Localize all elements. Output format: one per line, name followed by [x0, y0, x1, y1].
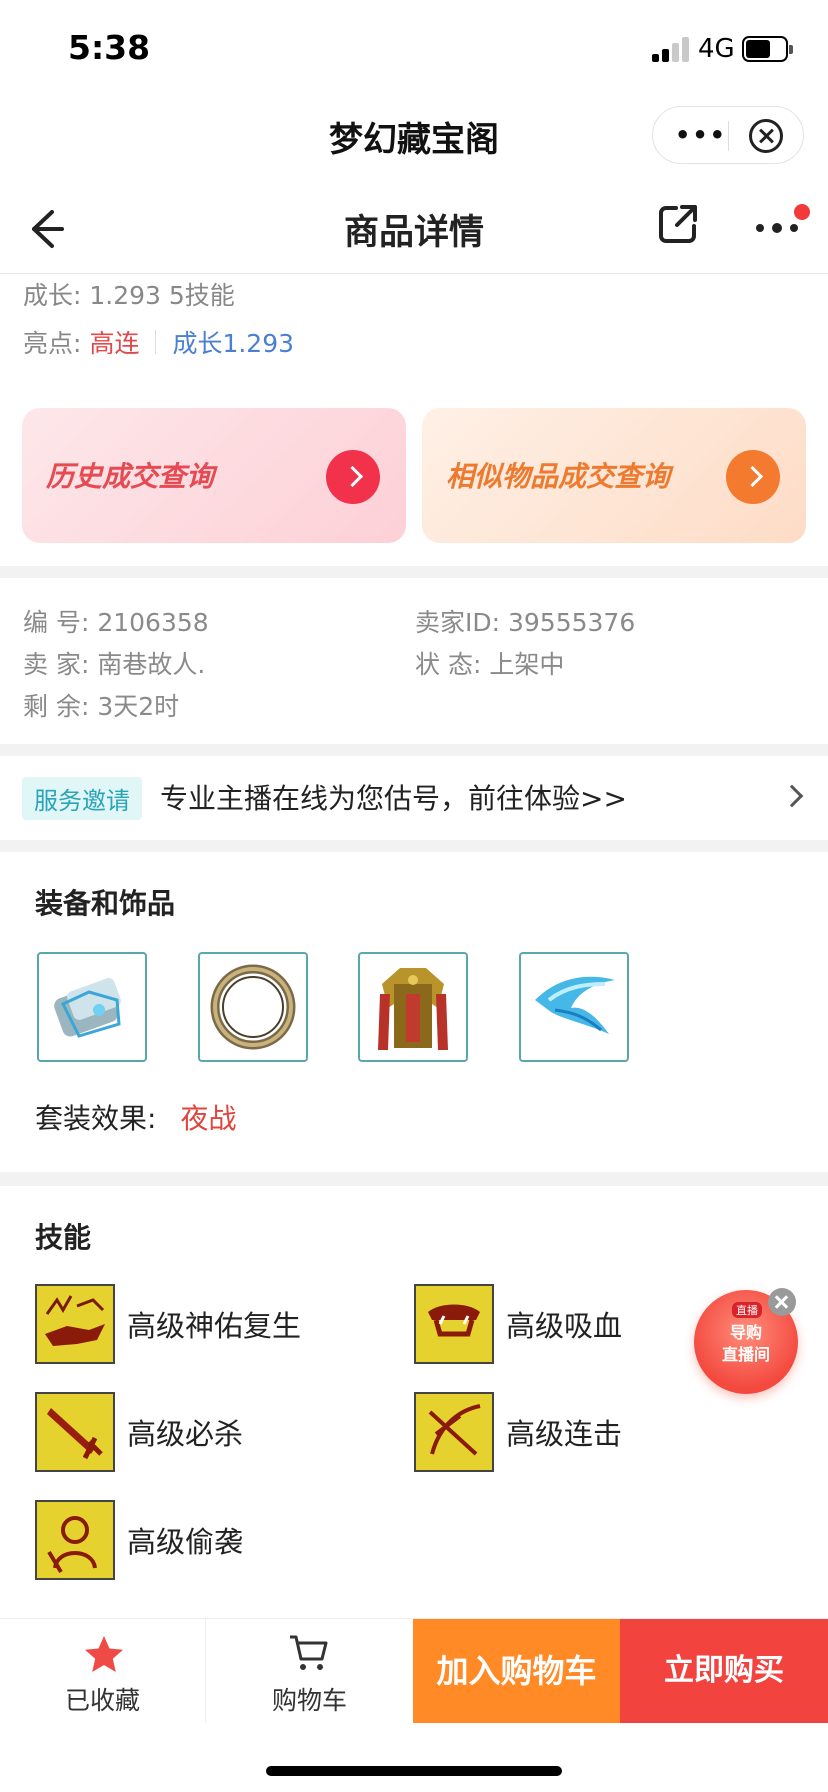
status-bar: 5:38 4G [0, 0, 828, 96]
close-icon[interactable] [768, 1288, 796, 1316]
set-effect-label: 套装效果: [35, 1102, 157, 1135]
skill-name: 高级神佑复生 [127, 1309, 302, 1343]
skill-item[interactable]: 高级必杀 [35, 1392, 243, 1472]
share-icon [659, 205, 697, 243]
bottom-action-bar: 已收藏 购物车 加入购物车 立即购买 [0, 1618, 828, 1723]
chevron-right-icon [780, 784, 804, 808]
equipment-armor-icon[interactable] [358, 952, 468, 1062]
skill-critical-icon [35, 1392, 115, 1472]
highlight-divider [155, 330, 157, 354]
buy-now-button[interactable]: 立即购买 [620, 1619, 828, 1723]
service-invite-tag: 服务邀请 [22, 777, 142, 820]
history-trade-query-card[interactable]: 历史成交查询 [22, 408, 406, 543]
skill-revive-icon [35, 1284, 115, 1364]
section-divider [0, 566, 828, 578]
add-to-cart-button[interactable]: 加入购物车 [413, 1619, 620, 1723]
set-effect-row: 套装效果: 夜战 [35, 1097, 236, 1137]
equipment-claw-icon[interactable] [519, 952, 629, 1062]
skill-item[interactable]: 高级偷袭 [35, 1500, 243, 1580]
skill-name: 高级必杀 [127, 1417, 244, 1451]
skill-combo-icon [414, 1392, 494, 1472]
menu-dots-icon[interactable]: ••• [675, 120, 725, 150]
skill-name: 高级连击 [506, 1417, 623, 1451]
set-effect-value: 夜战 [180, 1102, 237, 1135]
skill-bloodsuck-icon [414, 1284, 494, 1364]
highlight-tag: 成长1.293 [172, 329, 295, 358]
skill-item[interactable]: 高级连击 [414, 1392, 622, 1472]
chevron-right-icon [326, 450, 380, 504]
similar-trade-query-card[interactable]: 相似物品成交查询 [422, 408, 806, 543]
favorite-button[interactable]: 已收藏 [0, 1619, 206, 1723]
growth-info: 成长: 1.293 5技能 [23, 281, 235, 310]
network-label: 4G [698, 34, 735, 64]
share-button[interactable] [656, 202, 700, 246]
home-indicator[interactable] [266, 1766, 562, 1776]
highlight-tag: 高连 [89, 329, 140, 358]
equipment-armguard-icon[interactable] [37, 952, 147, 1062]
favorite-label: 已收藏 [64, 1686, 140, 1715]
skills-section-title: 技能 [35, 1221, 92, 1254]
equipment-section-title: 装备和饰品 [35, 887, 176, 920]
highlights-label: 亮点: [23, 329, 82, 358]
similar-trade-query-label: 相似物品成交查询 [446, 460, 671, 493]
skill-item[interactable]: 高级吸血 [414, 1284, 622, 1364]
mini-program-bar: 梦幻藏宝阁 ••• [0, 96, 828, 186]
listing-status: 状 态: 上架中 [415, 650, 565, 679]
capsule-divider [728, 121, 729, 151]
skill-name: 高级偷袭 [127, 1525, 244, 1559]
battery-icon [742, 36, 793, 62]
highlights-row: 亮点: 高连 成长1.293 [23, 324, 294, 360]
skill-item[interactable]: 高级神佑复生 [35, 1284, 301, 1364]
close-circle-icon[interactable] [749, 119, 783, 153]
cart-button[interactable]: 购物车 [206, 1619, 413, 1723]
star-icon [85, 1636, 123, 1672]
section-divider [0, 1172, 828, 1186]
status-time: 5:38 [68, 28, 151, 67]
section-divider [0, 840, 828, 852]
service-invite-text: 专业主播在线为您估号，前往体验>> [160, 782, 627, 815]
time-remaining: 剩 余: 3天2时 [23, 692, 180, 721]
chevron-right-icon [726, 450, 780, 504]
live-float-line1: 导购 [729, 1323, 762, 1342]
skill-name: 高级吸血 [506, 1309, 623, 1343]
back-arrow-icon [32, 210, 64, 248]
seller-name: 卖 家: 南巷故人. [23, 650, 206, 679]
history-trade-query-label: 历史成交查询 [46, 460, 215, 493]
page-title: 商品详情 [343, 213, 484, 253]
cart-label: 购物车 [271, 1686, 347, 1715]
more-dots-icon [756, 224, 764, 232]
mini-program-capsule: ••• [652, 106, 804, 164]
item-id: 编 号: 2106358 [23, 608, 209, 637]
notification-dot [794, 204, 810, 220]
service-invite-row[interactable]: 服务邀请 专业主播在线为您估号，前往体验>> [0, 756, 828, 840]
live-float-text: 导购 直播间 [694, 1322, 798, 1366]
seller-id: 卖家ID: 39555376 [415, 608, 636, 637]
live-tag: 直播 [732, 1302, 762, 1318]
section-divider [0, 744, 828, 756]
back-button[interactable] [22, 204, 72, 254]
equipment-ring-icon[interactable] [198, 952, 308, 1062]
signal-icon [652, 36, 692, 62]
cart-icon [290, 1635, 328, 1670]
more-button[interactable] [752, 204, 810, 248]
live-float-line2: 直播间 [721, 1345, 770, 1364]
page-header: 商品详情 [0, 186, 828, 274]
skill-sneak-icon [35, 1500, 115, 1580]
